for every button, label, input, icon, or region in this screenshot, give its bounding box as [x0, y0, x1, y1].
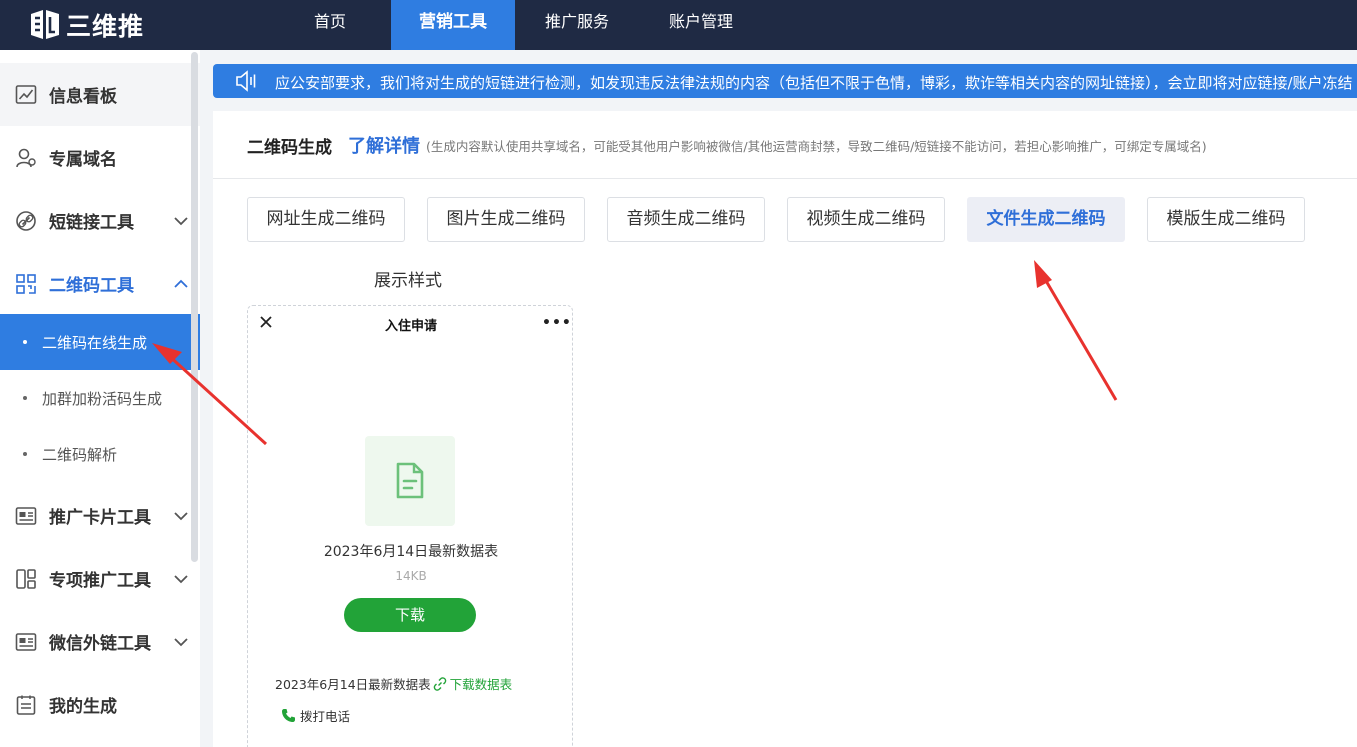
main-header: 二维码生成 了解详情 (生成内容默认使用共享域名，可能受其他用户影响被微信/其他… — [213, 111, 1357, 179]
notice-text: 应公安部要求，我们将对生成的短链进行检测，如发现违反法律法规的内容（包括但不限于… — [275, 74, 1353, 92]
file-size: 14KB — [395, 569, 427, 583]
tab-template-qrcode[interactable]: 模版生成二维码 — [1147, 197, 1305, 242]
chevron-down-icon — [174, 637, 188, 646]
sidebar-item-dashboard[interactable]: 信息看板 — [0, 63, 200, 126]
bullet-dot — [23, 340, 27, 344]
file-footer: 2023年6月14日最新数据表 下载数据表 — [275, 674, 512, 693]
bullet-dot — [23, 396, 27, 400]
sidebar: 信息看板 专属域名 短链接工具 二维码工具 二维码在线生成 加群加粉活码生成 二… — [0, 50, 200, 747]
card-icon — [15, 632, 37, 651]
phone-preview: 入住申请 ••• 2023年6月14日最新数据表 14KB 下载 2023年6月… — [247, 305, 573, 747]
sidebar-item-label: 专属域名 — [49, 150, 117, 170]
top-nav-bar: 三维推 首页 营销工具 推广服务 账户管理 — [0, 0, 1357, 50]
sidebar-item-label: 二维码工具 — [49, 276, 134, 296]
sidebar-subitem-group-livecode[interactable]: 加群加粉活码生成 — [0, 370, 200, 426]
nav-marketing-tools[interactable]: 营销工具 — [391, 0, 515, 50]
tab-video-qrcode[interactable]: 视频生成二维码 — [787, 197, 945, 242]
bullet-dot — [23, 452, 27, 456]
chevron-down-icon — [174, 216, 188, 225]
tab-file-qrcode[interactable]: 文件生成二维码 — [967, 197, 1125, 242]
download-sheet-label: 下载数据表 — [449, 677, 513, 692]
link-icon — [433, 676, 446, 691]
preview-title: 入住申请 — [384, 319, 437, 334]
sidebar-item-qrcode-tools[interactable]: 二维码工具 — [0, 252, 200, 315]
tab-image-qrcode[interactable]: 图片生成二维码 — [427, 197, 585, 242]
sidebar-subitem-qrcode-decode[interactable]: 二维码解析 — [0, 426, 200, 482]
sidebar-item-label: 微信外链工具 — [49, 634, 151, 654]
chevron-down-icon — [174, 574, 188, 583]
nav-account-management[interactable]: 账户管理 — [654, 0, 748, 50]
nav-promotion-services[interactable]: 推广服务 — [530, 0, 624, 50]
user-icon — [16, 148, 36, 167]
chart-icon — [15, 84, 37, 104]
document-icon — [396, 462, 424, 499]
download-sheet-link[interactable]: 下载数据表 — [433, 674, 513, 693]
card-icon — [15, 506, 37, 525]
call-phone-link[interactable]: 拨打电话 — [281, 706, 350, 725]
sidebar-scrollbar[interactable] — [191, 52, 198, 562]
page-title: 二维码生成 — [247, 138, 332, 158]
notice-banner: 应公安部要求，我们将对生成的短链进行检测，如发现违反法律法规的内容（包括但不限于… — [213, 64, 1357, 98]
file-name: 2023年6月14日最新数据表 — [323, 544, 499, 560]
sidebar-subitem-label: 二维码解析 — [42, 445, 118, 464]
qrcode-icon — [16, 273, 36, 294]
sidebar-subitem-label: 加群加粉活码生成 — [42, 389, 163, 408]
sidebar-item-my-generations[interactable]: 我的生成 — [0, 673, 200, 736]
download-button[interactable]: 下载 — [344, 598, 476, 632]
chevron-down-icon — [174, 511, 188, 520]
sidebar-subitem-qrcode-online[interactable]: 二维码在线生成 — [0, 314, 200, 370]
learn-more-link[interactable]: 了解详情 — [348, 132, 420, 158]
sidebar-item-promo-card-tools[interactable]: 推广卡片工具 — [0, 484, 200, 547]
logo-mark-icon — [31, 10, 59, 39]
sidebar-item-short-link-tools[interactable]: 短链接工具 — [0, 189, 200, 252]
more-icon[interactable]: ••• — [542, 315, 572, 331]
tab-audio-qrcode[interactable]: 音频生成二维码 — [607, 197, 765, 242]
sidebar-item-label: 信息看板 — [49, 87, 117, 107]
phone-icon — [282, 709, 295, 722]
main-panel: 二维码生成 了解详情 (生成内容默认使用共享域名，可能受其他用户影响被微信/其他… — [213, 111, 1357, 747]
sidebar-subitem-label: 二维码在线生成 — [42, 333, 148, 352]
sidebar-item-label: 我的生成 — [49, 697, 117, 717]
nav-home[interactable]: 首页 — [292, 0, 368, 50]
brand-logo[interactable]: 三维推 — [28, 6, 144, 44]
call-phone-label: 拨打电话 — [300, 709, 351, 724]
sidebar-item-custom-domain[interactable]: 专属域名 — [0, 126, 200, 189]
tab-url-qrcode[interactable]: 网址生成二维码 — [247, 197, 405, 242]
display-style-label: 展示样式 — [374, 271, 442, 291]
brand-name: 三维推 — [66, 12, 145, 41]
sidebar-item-label: 推广卡片工具 — [49, 508, 151, 528]
sidebar-item-special-promo-tools[interactable]: 专项推广工具 — [0, 547, 200, 610]
sidebar-item-label: 专项推广工具 — [49, 571, 151, 591]
chevron-up-icon — [174, 279, 188, 288]
footer-file-name: 2023年6月14日最新数据表 — [275, 677, 431, 692]
sidebar-item-wechat-link-tools[interactable]: 微信外链工具 — [0, 610, 200, 673]
list-icon — [16, 695, 36, 715]
file-thumbnail — [365, 436, 455, 526]
domain-note: (生成内容默认使用共享域名，可能受其他用户影响被微信/其他运营商封禁，导致二维码… — [426, 139, 1207, 154]
sidebar-item-label: 短链接工具 — [49, 213, 134, 233]
speaker-icon — [236, 70, 256, 92]
mobile-icon — [16, 568, 36, 589]
link-icon — [16, 210, 36, 231]
